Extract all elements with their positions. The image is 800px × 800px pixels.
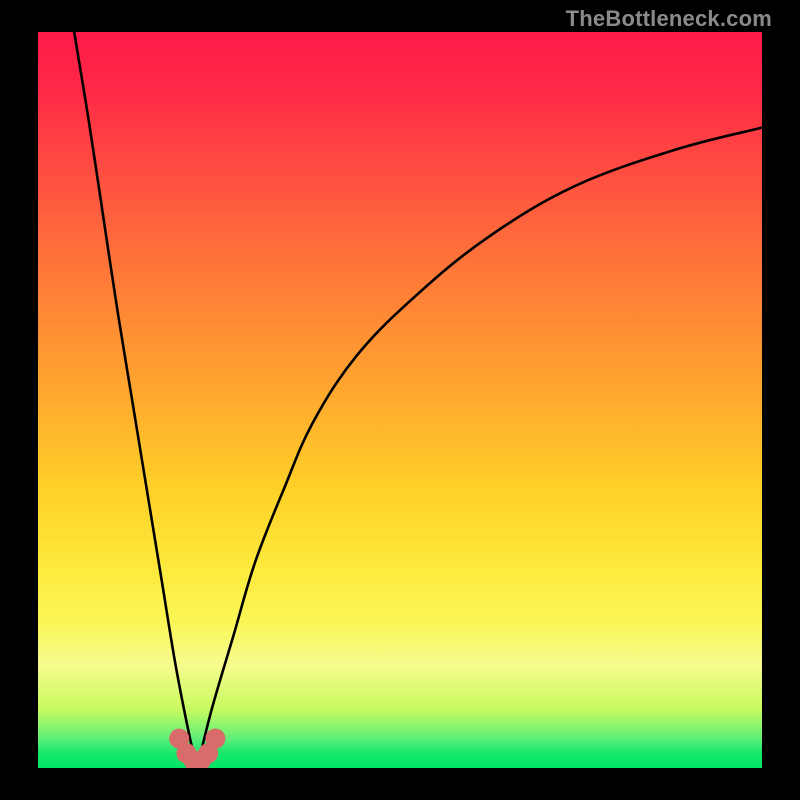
series-right-branch	[197, 128, 762, 768]
highlight-dot	[205, 729, 225, 749]
gradient-plot-area	[38, 32, 762, 768]
marker-layer	[169, 729, 225, 768]
curve-layer	[74, 32, 762, 768]
series-left-branch	[74, 32, 197, 768]
watermark-text: TheBottleneck.com	[566, 6, 772, 32]
chart-svg	[38, 32, 762, 768]
